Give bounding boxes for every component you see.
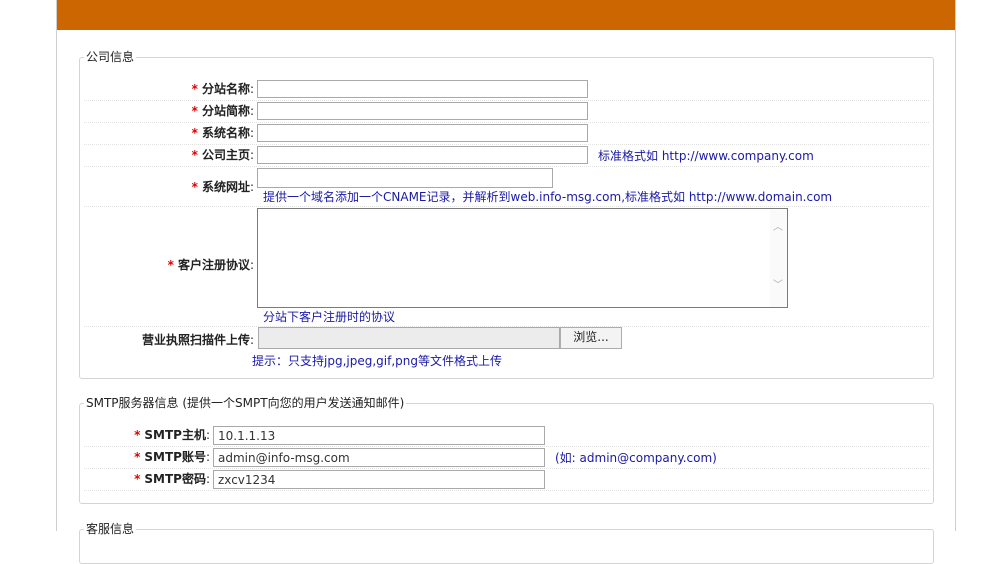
branch-short-row: * 分站简称: — [84, 100, 929, 123]
system-url-row: * 系统网址: 提供一个域名添加一个CNAME记录，并解析到web.info-ms… — [84, 166, 929, 207]
smtp-host-input[interactable] — [213, 426, 545, 445]
smtp-account-row: *SMTP账号: (如: admin@company.com) — [84, 446, 929, 469]
smtp-section: SMTP服务器信息 (提供一个SMPT向您的用户发送通知邮件) * SMTP主机:… — [79, 396, 934, 504]
homepage-input[interactable] — [257, 146, 588, 164]
system-url-input[interactable] — [257, 168, 553, 188]
branch-name-input[interactable] — [257, 80, 588, 98]
scroll-up-icon[interactable]: ︿ — [773, 223, 783, 233]
main-panel: 公司信息 * 分站名称: * 分站简称: * 系统名称: * 公司主页: 标准格… — [56, 0, 956, 564]
company-info-section: 公司信息 * 分站名称: * 分站简称: * 系统名称: * 公司主页: 标准格… — [79, 50, 934, 379]
smtp-host-label: * SMTP主机: — [134, 428, 210, 442]
company-info-legend: 公司信息 — [86, 50, 135, 64]
smtp-account-input[interactable] — [213, 448, 545, 467]
homepage-label: * 公司主页: — [191, 148, 254, 162]
branch-name-label: * 分站名称: — [191, 82, 254, 96]
branch-short-input[interactable] — [257, 102, 588, 120]
top-bar — [57, 0, 955, 30]
license-label: 营业执照扫描件上传: — [141, 333, 254, 347]
homepage-row: * 公司主页: 标准格式如 http://www.company.com — [84, 144, 929, 167]
agreement-row: * 客户注册协议: ︿ ﹀ 分站下客户注册时的协议 — [84, 206, 929, 327]
agreement-label: * 客户注册协议: — [167, 258, 254, 272]
license-hint: 提示：只支持jpg,jpeg,gif,png等文件格式上传 — [252, 354, 502, 368]
agreement-scrollbar[interactable]: ︿ ﹀ — [770, 209, 787, 307]
system-url-hint: 提供一个域名添加一个CNAME记录，并解析到web.info-msg.com,标… — [263, 190, 833, 204]
smtp-account-label: * SMTP账号: — [134, 450, 210, 464]
smtp-account-hint: (如: admin@company.com) — [555, 451, 717, 465]
browse-button[interactable]: 浏览... — [560, 327, 622, 349]
system-name-label: * 系统名称: — [191, 126, 254, 140]
agreement-textarea[interactable]: ︿ ﹀ — [257, 208, 788, 308]
branch-name-row: * 分站名称: — [84, 78, 929, 101]
system-url-label: * 系统网址: — [191, 180, 254, 194]
system-name-row: * 系统名称: — [84, 122, 929, 145]
agreement-hint: 分站下客户注册时的协议 — [263, 310, 396, 324]
license-row: 营业执照扫描件上传: 浏览... 提示：只支持jpg,jpeg,gif,png等… — [84, 326, 929, 374]
customer-service-legend: 客服信息 — [86, 522, 135, 536]
scroll-down-icon[interactable]: ﹀ — [773, 281, 783, 291]
system-name-input[interactable] — [257, 124, 588, 142]
customer-service-section: 客服信息 — [79, 522, 934, 564]
homepage-hint: 标准格式如 http://www.company.com — [598, 149, 814, 163]
smtp-password-input[interactable] — [213, 470, 545, 489]
smtp-password-label: * SMTP密码: — [134, 472, 210, 486]
smtp-legend: SMTP服务器信息 (提供一个SMPT向您的用户发送通知邮件) — [86, 396, 405, 410]
branch-short-label: * 分站简称: — [191, 104, 254, 118]
smtp-host-row: * SMTP主机: — [84, 424, 929, 447]
license-file-path[interactable] — [258, 327, 560, 349]
smtp-password-row: * SMTP密码: — [84, 468, 929, 491]
